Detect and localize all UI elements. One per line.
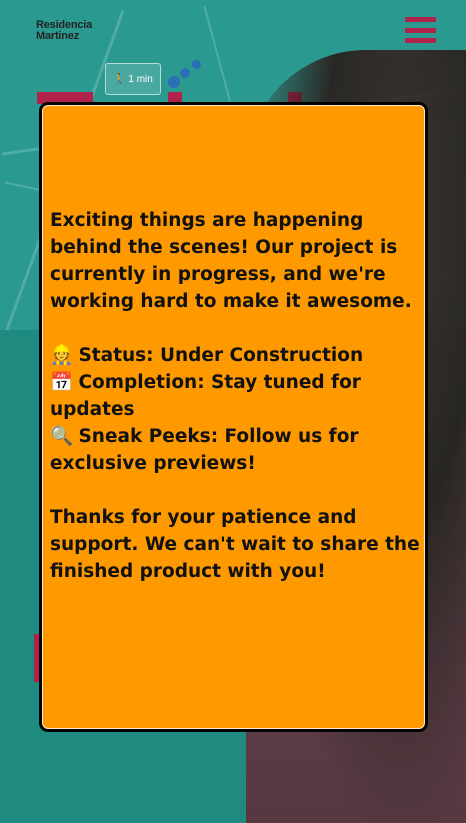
menu-bar [405,38,436,43]
route-dot [168,76,180,88]
magnifier-icon: 🔍 [50,426,74,447]
site-header: Residencia Martinez [0,0,466,64]
menu-bar [405,27,436,33]
completion-text: Completion: Stay tuned for updates [50,372,361,420]
modal-closing: Thanks for your patience and support. We… [50,507,420,582]
sneak-peek-line: 🔍 Sneak Peeks: Follow us for exclusive p… [50,423,422,477]
calendar-icon: 📅 [50,372,74,393]
sneak-peek-text: Sneak Peeks: Follow us for exclusive pre… [50,426,359,474]
hamburger-menu-icon[interactable] [405,17,436,43]
modal-content: Exciting things are happening behind the… [50,207,422,585]
walk-icon: 🚶 [113,73,126,85]
brand-name-line2: Martinez [36,30,80,42]
status-text: Status: Under Construction [78,345,364,366]
completion-line: 📅 Completion: Stay tuned for updates [50,369,422,423]
construction-worker-icon: 👷 [50,345,74,366]
status-line: 👷 Status: Under Construction [50,342,422,369]
walk-time-badge: 🚶 1 min [105,63,161,95]
under-construction-modal[interactable]: Exciting things are happening behind the… [39,102,428,732]
modal-intro: Exciting things are happening behind the… [50,210,412,312]
menu-bar [405,17,436,22]
route-dot [180,68,190,78]
walk-time-label: 1 min [128,73,153,85]
brand-logo[interactable]: Residencia Martinez [36,20,92,42]
